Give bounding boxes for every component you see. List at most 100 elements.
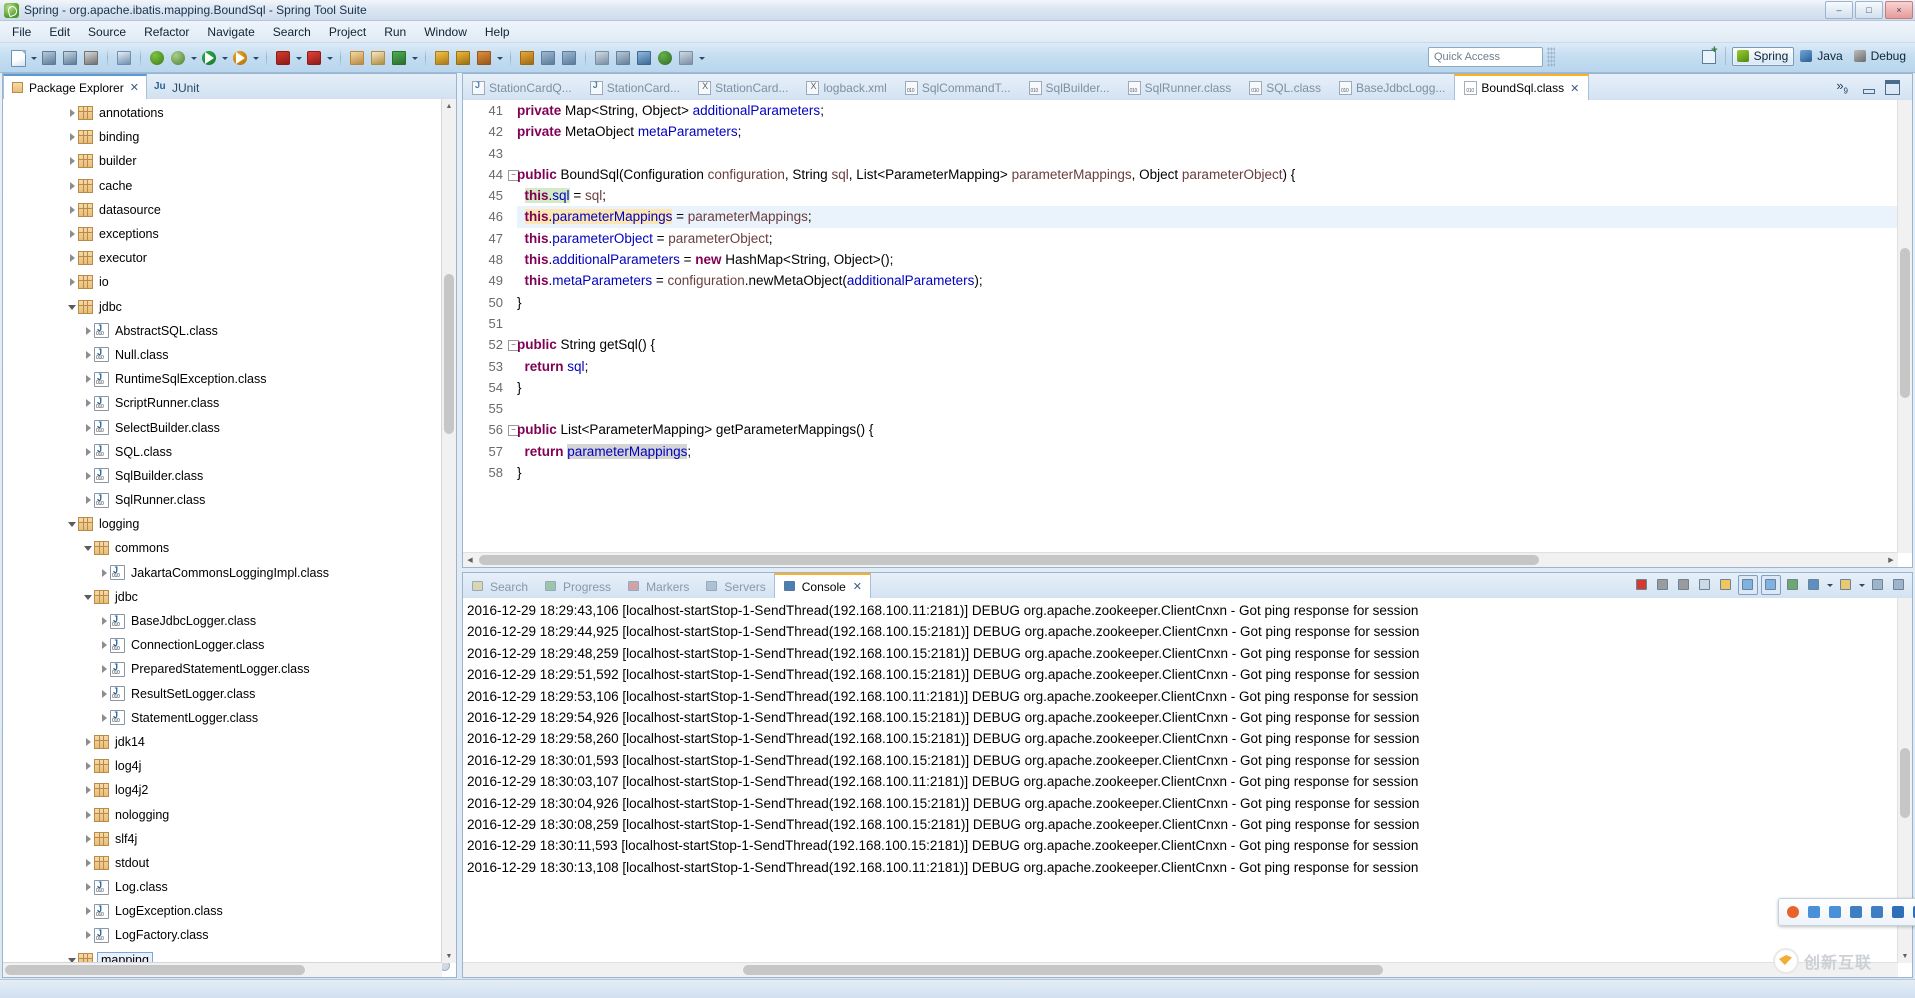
expand-arrow-icon[interactable] xyxy=(67,174,78,198)
expand-arrow-icon[interactable] xyxy=(83,440,94,464)
editor-vscroll-thumb[interactable] xyxy=(1900,248,1910,398)
tree-item-statementlogger-class[interactable]: StatementLogger.class xyxy=(3,706,442,730)
new-java-package-icon[interactable] xyxy=(347,48,367,68)
moon-icon[interactable] xyxy=(1827,904,1843,920)
collapse-arrow-icon[interactable] xyxy=(67,948,78,963)
expand-arrow-icon[interactable] xyxy=(99,657,110,681)
close-icon[interactable]: ✕ xyxy=(853,580,862,593)
tab-junit[interactable]: JuJUnit xyxy=(147,76,206,99)
maximize-button[interactable]: □ xyxy=(1855,1,1883,19)
expand-arrow-icon[interactable] xyxy=(67,222,78,246)
spring-boot-dashboard-icon[interactable] xyxy=(147,48,167,68)
tree-item-nologging[interactable]: nologging xyxy=(3,802,442,826)
console-tab-progress[interactable]: Progress xyxy=(536,575,619,598)
tree-item-jdk14[interactable]: jdk14 xyxy=(3,730,442,754)
user-icon[interactable] xyxy=(1869,904,1885,920)
tree-item-runtimesqlexception-class[interactable]: RuntimeSqlException.class xyxy=(3,367,442,391)
perspective-debug[interactable]: Debug xyxy=(1850,48,1911,65)
expand-arrow-icon[interactable] xyxy=(83,343,94,367)
new-annotation-dropdown-arrow-icon[interactable] xyxy=(410,48,419,68)
tree-item-stdout[interactable]: stdout xyxy=(3,851,442,875)
remove-launch-icon[interactable] xyxy=(1654,576,1672,594)
package-explorer-vscroll-thumb[interactable] xyxy=(444,274,454,434)
maximize-console-icon[interactable] xyxy=(1890,576,1908,594)
menu-edit[interactable]: Edit xyxy=(41,23,78,41)
tree-item-sqlbuilder-class[interactable]: SqlBuilder.class xyxy=(3,464,442,488)
editor-tab-sqlbuilder---[interactable]: SqlBuilder... xyxy=(1020,76,1119,100)
tree-item-selectbuilder-class[interactable]: SelectBuilder.class xyxy=(3,415,442,439)
collapse-arrow-icon[interactable] xyxy=(83,536,94,560)
editor-hscrollbar[interactable]: ◀ ▶ xyxy=(463,552,1898,567)
package-explorer-hscroll-thumb[interactable] xyxy=(5,965,305,975)
spring-config-icon[interactable] xyxy=(655,48,675,68)
console-vscroll-thumb[interactable] xyxy=(1900,748,1910,818)
close-icon[interactable]: ✕ xyxy=(130,81,139,94)
collapse-arrow-icon[interactable] xyxy=(67,295,78,319)
debug-dropdown-arrow-icon[interactable] xyxy=(189,48,198,68)
package-explorer-hscrollbar[interactable] xyxy=(3,962,442,977)
tree-item-exceptions[interactable]: exceptions xyxy=(3,222,442,246)
collapse-arrow-icon[interactable] xyxy=(83,585,94,609)
package-tree[interactable]: annotationsbindingbuildercachedatasource… xyxy=(3,99,442,963)
scroll-right-arrow[interactable]: ▶ xyxy=(1884,553,1898,567)
toolbar-drag-handle[interactable] xyxy=(1547,47,1555,67)
package-explorer-vscrollbar[interactable]: ▲ ▼ xyxy=(441,99,456,963)
run-dropdown-arrow-icon[interactable] xyxy=(220,48,229,68)
toggle-mark-occurrences-icon[interactable] xyxy=(114,48,134,68)
expand-arrow-icon[interactable] xyxy=(67,101,78,125)
expand-arrow-icon[interactable] xyxy=(83,778,94,802)
editor-tab-sqlcommandt---[interactable]: SqlCommandT... xyxy=(896,76,1020,100)
open-task-icon[interactable] xyxy=(453,48,473,68)
tree-item-cache[interactable]: cache xyxy=(3,174,442,198)
console-tab-markers[interactable]: Markers xyxy=(619,575,697,598)
tree-item-logexception-class[interactable]: LogException.class xyxy=(3,899,442,923)
expand-arrow-icon[interactable] xyxy=(83,416,94,440)
tree-item-preparedstatementlogger-class[interactable]: PreparedStatementLogger.class xyxy=(3,657,442,681)
tree-item-jakartacommonsloggingimpl-class[interactable]: JakartaCommonsLoggingImpl.class xyxy=(3,561,442,585)
terminate-dropdown-arrow-icon[interactable] xyxy=(294,48,303,68)
console-tab-servers[interactable]: Servers xyxy=(697,575,773,598)
menu-refactor[interactable]: Refactor xyxy=(136,23,197,41)
open-console-icon[interactable] xyxy=(1837,576,1855,594)
tree-item-commons[interactable]: commons xyxy=(3,536,442,560)
console-output[interactable]: 2016-12-29 18:29:43,106 [localhost-start… xyxy=(467,600,1896,961)
pin-editor-icon[interactable] xyxy=(634,48,654,68)
tree-item-jdbc[interactable]: jdbc xyxy=(3,585,442,609)
open-perspective-icon[interactable] xyxy=(1699,46,1719,66)
editor-hscroll-thumb[interactable] xyxy=(479,555,1539,565)
perspective-spring[interactable]: Spring xyxy=(1732,47,1795,66)
tree-item-log-class[interactable]: Log.class xyxy=(3,875,442,899)
minimize-button[interactable]: – xyxy=(1825,1,1853,19)
expand-arrow-icon[interactable] xyxy=(83,899,94,923)
run-icon[interactable] xyxy=(199,48,219,68)
publish-dropdown-arrow-icon[interactable] xyxy=(325,48,334,68)
search-dropdown-arrow-icon[interactable] xyxy=(495,48,504,68)
collapse-arrow-icon[interactable] xyxy=(67,512,78,536)
tree-item-logging[interactable]: logging xyxy=(3,512,442,536)
tree-item-executor[interactable]: executor xyxy=(3,246,442,270)
new-annotation-icon[interactable] xyxy=(389,48,409,68)
menu-navigate[interactable]: Navigate xyxy=(199,23,262,41)
menu-file[interactable]: File xyxy=(4,23,39,41)
tree-item-jdbc[interactable]: jdbc xyxy=(3,295,442,319)
sogou-logo-icon[interactable] xyxy=(1785,904,1801,920)
skin-icon[interactable] xyxy=(1890,904,1906,920)
perspective-java[interactable]: Java xyxy=(1796,48,1847,65)
console-hscrollbar[interactable] xyxy=(463,962,1898,977)
expand-arrow-icon[interactable] xyxy=(67,270,78,294)
console-tab-console[interactable]: Console✕ xyxy=(774,573,871,598)
ruler-dropdown-arrow-icon[interactable] xyxy=(697,48,706,68)
console-scroll-down-arrow[interactable]: ▼ xyxy=(1898,949,1912,963)
expand-arrow-icon[interactable] xyxy=(67,125,78,149)
editor-overflow-indicator[interactable]: »9 xyxy=(1836,78,1848,96)
pin-console-icon[interactable] xyxy=(1784,576,1802,594)
chevron-down-icon[interactable] xyxy=(1806,904,1822,920)
scroll-down-arrow[interactable]: ▼ xyxy=(442,949,456,963)
tree-item-scriptrunner-class[interactable]: ScriptRunner.class xyxy=(3,391,442,415)
maximize-editor-icon[interactable] xyxy=(1885,80,1900,95)
editor-tab-sql-class[interactable]: SQL.class xyxy=(1240,76,1330,100)
menu-project[interactable]: Project xyxy=(321,23,374,41)
clear-console-icon[interactable] xyxy=(1696,576,1714,594)
editor-tab-stationcard---[interactable]: StationCard... xyxy=(581,76,689,100)
tree-item-sqlrunner-class[interactable]: SqlRunner.class xyxy=(3,488,442,512)
